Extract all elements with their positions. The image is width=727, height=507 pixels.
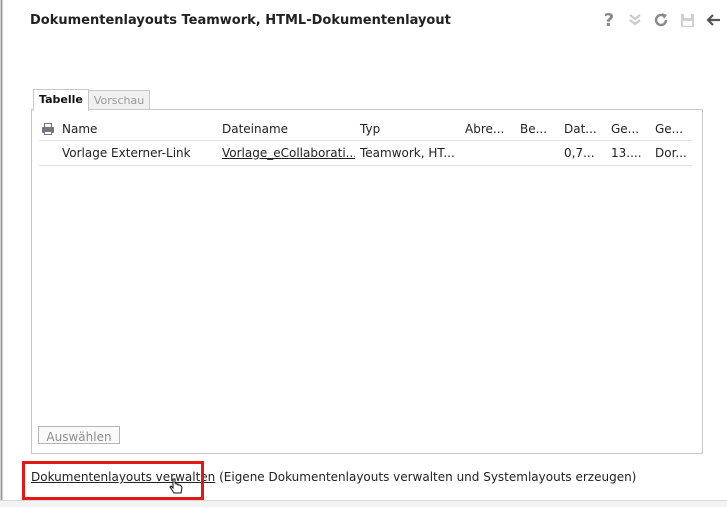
table-row[interactable]: Vorlage Externer-Link Vorlage_eCollabora… xyxy=(39,141,692,166)
refresh-icon[interactable] xyxy=(651,9,671,31)
cell-dat: 0,7... xyxy=(564,146,595,160)
select-button[interactable]: Auswählen xyxy=(38,426,120,444)
manage-layouts-link[interactable]: Dokumentenlayouts verwalten xyxy=(31,470,215,484)
manage-layouts-description: (Eigene Dokumentenlayouts verwalten und … xyxy=(219,470,637,484)
column-header-typ[interactable]: Typ xyxy=(355,122,460,136)
save-icon[interactable] xyxy=(677,9,697,31)
cell-name: Vorlage Externer-Link xyxy=(62,146,191,160)
collapse-icon[interactable] xyxy=(625,9,645,31)
tab-panel: Name Dateiname Typ Abre... Be... Dat... … xyxy=(31,109,703,454)
tab-tabelle[interactable]: Tabelle xyxy=(33,89,89,111)
cell-ge-2: Dor... xyxy=(655,146,687,160)
cell-typ: Teamwork, HT... xyxy=(360,146,455,160)
table-header: Name Dateiname Typ Abre... Be... Dat... … xyxy=(39,118,692,141)
cell-ge-1: 13.... xyxy=(611,146,642,160)
column-header-ge-1[interactable]: Ge... xyxy=(606,122,650,136)
tab-bar: Tabelle Vorschau xyxy=(33,89,151,111)
window-left-border xyxy=(0,0,3,506)
footer: Dokumentenlayouts verwalten (Eigene Doku… xyxy=(31,470,636,484)
column-header-abre[interactable]: Abre... xyxy=(460,122,515,136)
column-header-ge-2[interactable]: Ge... xyxy=(650,122,692,136)
back-arrow-icon[interactable] xyxy=(703,9,723,31)
help-icon[interactable]: ? xyxy=(599,9,619,31)
print-icon[interactable] xyxy=(39,123,57,135)
column-header-dateiname[interactable]: Dateiname xyxy=(217,122,355,136)
page-title: Dokumentenlayouts Teamwork, HTML-Dokumen… xyxy=(30,13,451,28)
hand-cursor-icon xyxy=(168,478,184,500)
tab-vorschau[interactable]: Vorschau xyxy=(87,90,151,110)
column-header-name[interactable]: Name xyxy=(57,122,217,136)
cell-dateiname[interactable]: Vorlage_eCollaborati... xyxy=(217,146,355,160)
column-header-dat[interactable]: Dat... xyxy=(559,122,606,136)
layouts-table: Name Dateiname Typ Abre... Be... Dat... … xyxy=(39,118,692,166)
toolbar: ? xyxy=(599,9,723,31)
file-link[interactable]: Vorlage_eCollaborati... xyxy=(222,146,355,160)
column-header-be[interactable]: Be... xyxy=(515,122,559,136)
